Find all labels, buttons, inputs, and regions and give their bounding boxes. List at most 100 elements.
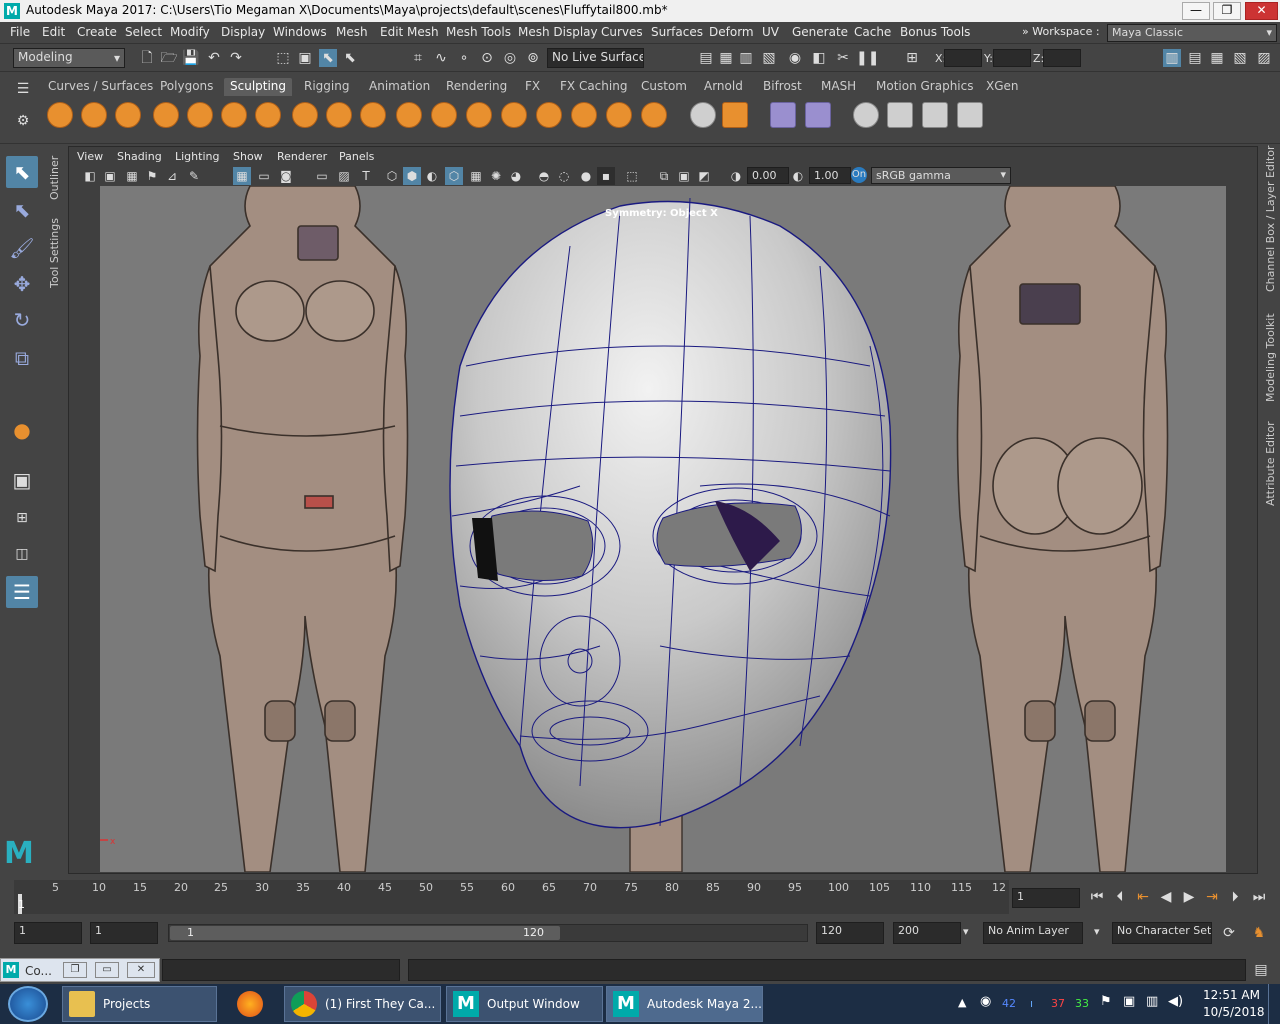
tab-curves-surfaces[interactable]: Curves / Surfaces	[42, 78, 159, 96]
grid-view-icon[interactable]: ⊿	[163, 167, 181, 185]
rotate-tool-icon[interactable]: ↻	[6, 304, 38, 336]
tray-expand-icon[interactable]: ▲	[958, 996, 966, 1009]
range-slider-handle[interactable]	[170, 926, 560, 940]
attribute-editor-tab[interactable]: Attribute Editor	[1264, 420, 1277, 506]
wireframe-icon[interactable]: ⬡	[383, 167, 401, 185]
tab-xgen[interactable]: XGen	[980, 78, 1025, 96]
render-view-icon[interactable]: ▤	[697, 49, 715, 67]
minimized-window[interactable]: M Co... ❐ ▭ ✕	[0, 958, 160, 982]
repeat-tool-icon[interactable]	[326, 102, 352, 128]
menu-file[interactable]: File	[10, 25, 30, 39]
fill-tool-icon[interactable]	[466, 102, 492, 128]
channel-box-tab[interactable]: Channel Box / Layer Editor	[1264, 145, 1277, 292]
live-surface-field[interactable]: No Live Surface	[547, 48, 644, 68]
grease-pencil-icon[interactable]: ✎	[185, 167, 203, 185]
tool-settings-tab[interactable]: Tool Settings	[48, 218, 61, 288]
tab-fx-caching[interactable]: FX Caching	[554, 78, 633, 96]
wax-tool-icon[interactable]	[396, 102, 422, 128]
render-settings-icon[interactable]: ▧	[760, 49, 778, 67]
menu-edit[interactable]: Edit	[42, 25, 65, 39]
panel-menu-show[interactable]: Show	[233, 150, 263, 163]
workspace-dropdown[interactable]: Maya Classic ▾	[1107, 24, 1277, 42]
new-scene-icon[interactable]: 🗋	[138, 49, 156, 67]
save-scene-icon[interactable]: 💾	[182, 49, 200, 67]
taskbar-item-chrome[interactable]: (1) First They Ca...	[284, 986, 441, 1022]
motion-blur-icon[interactable]: ◌	[555, 167, 573, 185]
ssao-icon[interactable]: ◓	[535, 167, 553, 185]
device-icon[interactable]: ▣	[1123, 994, 1135, 1009]
transform-mode-icon[interactable]: ⊞	[903, 49, 921, 67]
taskbar-item-projects[interactable]: Projects	[62, 986, 217, 1022]
sculpt-tool-icon[interactable]	[47, 102, 73, 128]
tab-custom[interactable]: Custom	[635, 78, 693, 96]
modeling-toolkit-tab[interactable]: Modeling Toolkit	[1264, 312, 1277, 402]
taskbar-item-maya[interactable]: M Autodesk Maya 2...	[606, 986, 763, 1022]
tab-rendering[interactable]: Rendering	[440, 78, 513, 96]
anim-layer-dropdown[interactable]: No Anim Layer	[983, 922, 1083, 944]
tab-rigging[interactable]: Rigging	[298, 78, 355, 96]
crease-set-icon[interactable]	[887, 102, 913, 128]
step-forward-icon[interactable]: ⏵	[1226, 888, 1244, 906]
dropdown-arrow-icon[interactable]: ▾	[963, 925, 969, 938]
dropdown-arrow-icon[interactable]: ▾	[1094, 925, 1100, 938]
z-field[interactable]	[1043, 49, 1081, 67]
volume-icon[interactable]: ◀)	[1168, 994, 1183, 1009]
camera-select-icon[interactable]: ◧	[81, 167, 99, 185]
ipr-render-icon[interactable]: ▥	[737, 49, 755, 67]
modeling-toolkit-toggle-icon[interactable]: ▨	[1255, 49, 1273, 67]
menu-mesh-tools[interactable]: Mesh Tools	[446, 25, 511, 39]
outliner-layout-icon[interactable]: ☰	[6, 576, 38, 608]
minimize-button[interactable]: —	[1182, 2, 1210, 20]
restore-button[interactable]: ❐	[63, 962, 87, 978]
exposure-icon[interactable]: ◑	[727, 167, 745, 185]
grid-toggle-icon[interactable]: ▦	[233, 167, 251, 185]
scale-tool-icon[interactable]: ⧉	[6, 342, 38, 374]
menu-windows[interactable]: Windows	[273, 25, 327, 39]
lights-icon[interactable]: ✺	[487, 167, 505, 185]
attribute-toggle-icon[interactable]: ▤	[1186, 49, 1204, 67]
antialias-icon[interactable]: ●	[577, 167, 595, 185]
tool-icon[interactable]: ✂	[834, 49, 852, 67]
tool-settings-toggle-icon[interactable]: ▦	[1208, 49, 1226, 67]
tab-polygons[interactable]: Polygons	[154, 78, 219, 96]
move-tool-icon[interactable]: ✥	[6, 268, 38, 300]
mel-input[interactable]	[162, 959, 400, 981]
textured-icon[interactable]: ▦	[467, 167, 485, 185]
camera-attr-icon[interactable]: ▣	[101, 167, 119, 185]
convert-to-frozen-icon[interactable]	[690, 102, 716, 128]
foamy-tool-icon[interactable]	[255, 102, 281, 128]
knife-tool-icon[interactable]	[501, 102, 527, 128]
clock-time[interactable]: 12:51 AM	[1203, 988, 1260, 1002]
select-object-icon[interactable]: ▣	[296, 49, 314, 67]
grab-tool-icon[interactable]	[153, 102, 179, 128]
layer-stack-icon[interactable]	[922, 102, 948, 128]
flag-icon[interactable]: ⚑	[1100, 994, 1112, 1009]
tab-mash[interactable]: MASH	[815, 78, 862, 96]
menu-mesh-display[interactable]: Mesh Display	[518, 25, 598, 39]
snap-surface-icon[interactable]: ◎	[501, 49, 519, 67]
outliner-tab[interactable]: Outliner	[48, 152, 61, 200]
open-scene-icon[interactable]: 🗁	[160, 49, 178, 67]
relax-tool-icon[interactable]	[115, 102, 141, 128]
default-material-icon[interactable]: ◐	[423, 167, 441, 185]
menu-surfaces[interactable]: Surfaces	[651, 25, 703, 39]
tab-fx[interactable]: FX	[519, 78, 546, 96]
select-hierarchy-icon[interactable]: ⬚	[274, 49, 292, 67]
go-to-start-icon[interactable]: ⏮	[1088, 888, 1106, 906]
four-pane-layout-icon[interactable]: ⊞	[6, 502, 38, 534]
menuset-dropdown[interactable]: Modeling ▾	[13, 48, 125, 68]
wireframe-on-shaded-icon[interactable]: ⬡	[445, 167, 463, 185]
imprint-tool-icon[interactable]	[360, 102, 386, 128]
playback-end-field[interactable]: 120	[816, 922, 884, 944]
3d-viewport[interactable]: Symmetry: Object X x y	[100, 186, 1226, 872]
time-ticks[interactable]: 1 5 10 15 20 25 30 35 40 45 50 55 60 65 …	[14, 880, 1009, 914]
script-editor-icon[interactable]: ▤	[1252, 961, 1270, 979]
channel-box-toggle-icon[interactable]: ▧	[1231, 49, 1249, 67]
eraser-icon[interactable]	[957, 102, 983, 128]
playback-start-field[interactable]: 1	[90, 922, 158, 944]
x-field[interactable]	[944, 49, 982, 67]
menu-select[interactable]: Select	[125, 25, 162, 39]
menu-deform[interactable]: Deform	[709, 25, 754, 39]
gamma-icon[interactable]: ◐	[789, 167, 807, 185]
prev-key-icon[interactable]: ⇤	[1134, 888, 1152, 906]
